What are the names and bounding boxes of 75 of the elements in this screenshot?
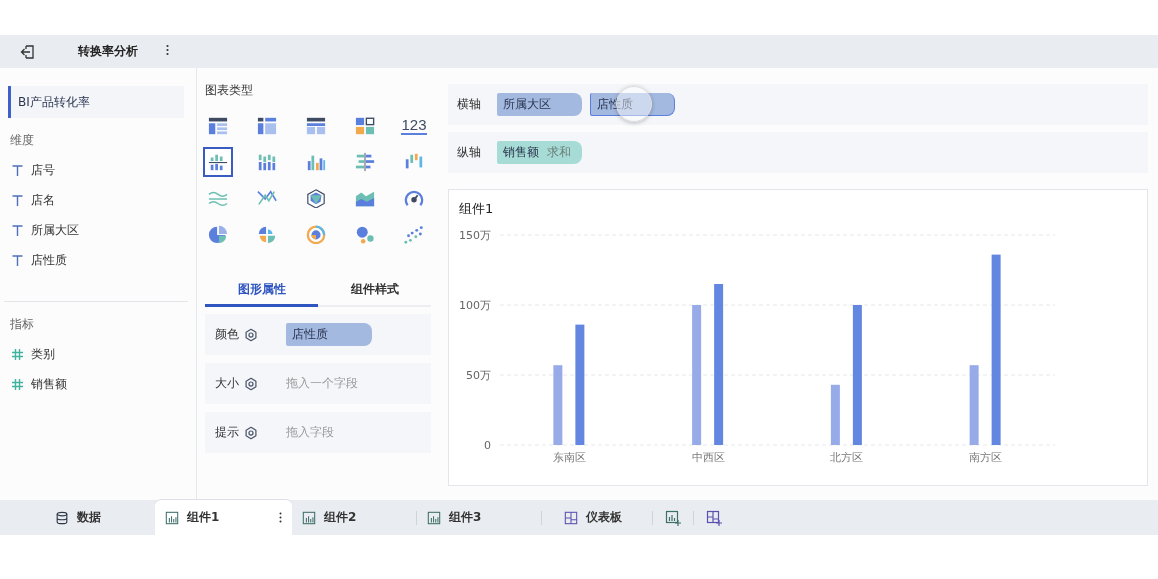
detail-table-chart-icon (305, 116, 327, 136)
sunburst-chart-icon (305, 224, 327, 244)
field-chip[interactable]: 所属大区 (497, 92, 582, 116)
text-type-icon (12, 254, 23, 266)
property-label: 提示 (215, 424, 239, 441)
gauge-chart-icon (403, 188, 425, 208)
text-type-icon (12, 194, 23, 206)
cross-line-chart-icon (256, 188, 278, 208)
tab[interactable]: 组件1 (155, 500, 292, 535)
card-grid-chart-icon (354, 116, 376, 136)
rose-chart-icon (256, 224, 278, 244)
axis-label: 100万 (459, 299, 491, 312)
radar-chart-icon (305, 188, 327, 208)
stacked-bar-chart-icon (256, 152, 278, 172)
axis-drop-zone[interactable]: 纵轴 销售额 求和 (448, 132, 1148, 173)
exit-icon[interactable] (20, 43, 36, 60)
axis-label: 0 (484, 439, 491, 452)
tab[interactable]: 仪表板 (542, 500, 652, 535)
axis-label: 东南区 (552, 451, 586, 464)
more-icon[interactable] (279, 512, 282, 523)
scatter-chart-icon (403, 224, 425, 244)
property-label: 大小 (215, 375, 239, 392)
axis-drop-zone[interactable]: 横轴 所属大区 店性质 (448, 84, 1148, 125)
more-icon[interactable] (166, 44, 169, 56)
add-chart-icon[interactable] (665, 509, 681, 526)
axis-label: 纵轴 (456, 144, 482, 161)
aggregation-label: 求和 (547, 144, 571, 161)
chart-type-option[interactable] (203, 147, 233, 177)
field-item[interactable]: 店名 (31, 191, 55, 209)
table-chart-icon (207, 116, 229, 136)
axis-label: 中西区 (691, 451, 725, 464)
property-label: 颜色 (215, 326, 239, 343)
field-chip[interactable]: 店性质 (590, 93, 675, 117)
axis-label: 北方区 (830, 451, 864, 464)
chart-title: 组件1 (458, 200, 495, 218)
dashboard-icon (564, 510, 578, 525)
field-chip[interactable]: 销售额 求和 (497, 141, 582, 164)
dataset-item[interactable]: BI产品转化率 (8, 86, 184, 118)
chart-type-option[interactable]: 123 (399, 111, 429, 141)
text-type-icon (12, 224, 23, 236)
tab[interactable]: 组件样式 (318, 275, 431, 307)
bar (830, 384, 840, 445)
bar-chart-icon (165, 510, 179, 525)
section-title: 维度 (9, 132, 35, 149)
report-title: 转换率分析 (78, 43, 138, 60)
field-item[interactable]: 类别 (31, 345, 55, 363)
bar-chart-icon (427, 510, 441, 525)
bar-chart-icon (302, 510, 316, 525)
field-item[interactable]: 店号 (31, 161, 55, 179)
settings-icon[interactable] (244, 376, 258, 391)
pie-chart-icon (207, 224, 229, 244)
cross-table-chart-icon (256, 116, 278, 136)
field-chip[interactable]: 店性质 (286, 323, 372, 346)
axis-label: 南方区 (969, 451, 1003, 464)
settings-icon[interactable] (244, 425, 258, 440)
section-title: 指标 (9, 316, 35, 333)
axis-label: 50万 (466, 369, 491, 382)
database-icon (54, 510, 69, 525)
number-type-icon (12, 378, 23, 390)
tab[interactable]: 数据 (0, 500, 155, 535)
axis-label: 150万 (459, 229, 491, 242)
field-item[interactable]: 所属大区 (31, 221, 79, 239)
tab[interactable]: 组件2 (292, 500, 416, 535)
number-type-icon (12, 348, 23, 360)
axis-label: 横轴 (456, 96, 482, 113)
settings-icon[interactable] (244, 327, 258, 342)
grouped-bar-chart-icon (207, 152, 229, 172)
tab[interactable]: 图形属性 (205, 275, 318, 307)
field-item[interactable]: 销售额 (31, 375, 67, 393)
field-item[interactable]: 店性质 (31, 251, 67, 269)
section-title: 图表类型 (205, 82, 254, 99)
add-dashboard-icon[interactable] (706, 509, 722, 526)
bubble-chart-icon (354, 224, 376, 244)
tab[interactable]: 组件3 (417, 500, 541, 535)
text-type-icon (12, 164, 23, 176)
